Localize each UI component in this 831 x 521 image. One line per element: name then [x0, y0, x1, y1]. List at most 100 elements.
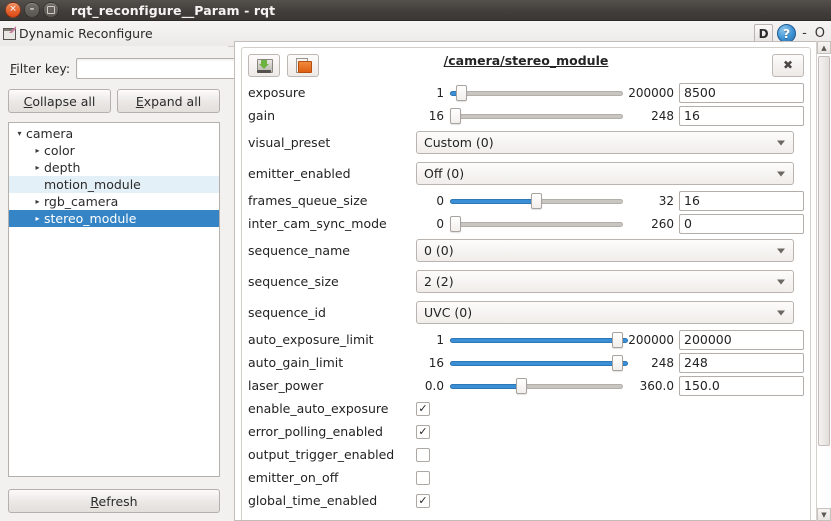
tree-item-stereo-module[interactable]: ▸ stereo_module: [9, 210, 219, 227]
slider-handle[interactable]: [516, 377, 528, 394]
param-slider[interactable]: [450, 377, 623, 394]
param-row-emitter-enabled: emitter_enabled Off (0): [248, 158, 804, 189]
chevron-down-icon: [777, 279, 785, 284]
param-combobox[interactable]: Off (0): [416, 162, 794, 185]
slider-max-label: 32: [658, 193, 674, 208]
slider-fill: [450, 360, 628, 366]
slider-handle[interactable]: [456, 84, 468, 101]
filter-key-input[interactable]: [76, 58, 237, 79]
save-config-button[interactable]: [248, 53, 280, 77]
param-slider[interactable]: [450, 192, 623, 209]
param-control: 0 (0): [416, 239, 804, 262]
slider-max-label: 200000: [628, 85, 674, 100]
window-minimize-icon[interactable]: –: [24, 2, 40, 18]
slider-fill: [450, 383, 526, 389]
scrollbar-thumb[interactable]: [818, 56, 830, 446]
chevron-right-icon[interactable]: ▸: [31, 146, 44, 155]
param-control: 16 248: [416, 352, 804, 373]
window-maximize-icon[interactable]: [43, 2, 59, 18]
tree-item-camera[interactable]: ▾ camera: [9, 125, 219, 142]
expand-accel: E: [135, 93, 144, 109]
param-control: Custom (0): [416, 131, 804, 154]
param-checkbox-checked[interactable]: ✓: [416, 401, 430, 416]
param-control: [416, 470, 804, 485]
refresh-button[interactable]: Refresh: [8, 489, 220, 513]
param-value-input[interactable]: [679, 82, 804, 103]
param-slider[interactable]: [450, 331, 628, 348]
chevron-down-icon[interactable]: ▾: [13, 129, 26, 138]
chevron-right-icon[interactable]: ▸: [31, 163, 44, 172]
combobox-value: UVC (0): [424, 305, 473, 320]
close-group-button[interactable]: ✖: [772, 53, 804, 77]
param-value-input[interactable]: [679, 213, 804, 234]
param-value-input[interactable]: [679, 105, 804, 126]
param-row-sequence-id: sequence_id UVC (0): [248, 297, 804, 328]
param-checkbox[interactable]: [416, 470, 430, 485]
scroll-up-arrow-icon[interactable]: ▲: [817, 41, 831, 54]
slider-handle[interactable]: [612, 354, 623, 371]
filter-row: Filter key:: [10, 58, 237, 79]
param-row-sequence-name: sequence_name 0 (0): [248, 235, 804, 266]
param-label: enable_auto_exposure: [248, 401, 389, 416]
slider-handle[interactable]: [531, 192, 542, 209]
param-label: auto_exposure_limit: [248, 332, 374, 347]
param-slider[interactable]: [450, 107, 623, 124]
tree-item-motion-module[interactable]: motion_module: [9, 176, 219, 193]
collapse-all-button[interactable]: Collapse all: [8, 89, 111, 113]
slider-max-label: 200000: [628, 332, 674, 347]
window-controls: ✕ –: [0, 2, 59, 18]
dock-widget-icon: [3, 26, 16, 40]
param-slider[interactable]: [450, 354, 628, 371]
load-config-button[interactable]: [287, 53, 319, 77]
param-row-output-trigger-enabled: output_trigger_enabled: [248, 443, 804, 466]
tree-item-label: color: [44, 143, 75, 158]
param-control: ✓: [416, 401, 804, 416]
tree-item-depth[interactable]: ▸ depth: [9, 159, 219, 176]
param-combobox[interactable]: Custom (0): [416, 131, 794, 154]
combobox-value: Custom (0): [424, 135, 494, 150]
plugin-close-icon[interactable]: O: [813, 26, 827, 41]
slider-handle[interactable]: [450, 107, 461, 124]
panel-vertical-scrollbar[interactable]: ▲ ▼: [816, 41, 831, 521]
param-control: 1 200000: [416, 82, 804, 103]
plugin-minimize-icon[interactable]: -: [800, 26, 809, 41]
param-checkbox-checked[interactable]: ✓: [416, 493, 430, 508]
slider-handle[interactable]: [450, 215, 461, 232]
combobox-value: 2 (2): [424, 274, 454, 289]
param-checkbox[interactable]: [416, 447, 430, 462]
param-row-emitter-on-off: emitter_on_off: [248, 466, 804, 489]
scroll-down-arrow-icon[interactable]: ▼: [817, 508, 831, 521]
slider-handle[interactable]: [612, 331, 623, 348]
filter-key-label: Filter key:: [10, 61, 70, 76]
tree-action-buttons: Collapse all Expand all: [8, 89, 220, 113]
param-group-toolbar: /camera/stereo_module ✖: [242, 48, 810, 79]
chevron-right-icon[interactable]: ▸: [31, 214, 44, 223]
window-close-icon[interactable]: ✕: [5, 2, 21, 18]
tree-item-color[interactable]: ▸ color: [9, 142, 219, 159]
expand-all-button[interactable]: Expand all: [117, 89, 220, 113]
param-value-input[interactable]: [679, 329, 804, 350]
param-checkbox-checked[interactable]: ✓: [416, 424, 430, 439]
param-row-inter-cam-sync-mode: inter_cam_sync_mode 0 260: [248, 212, 804, 235]
param-combobox[interactable]: UVC (0): [416, 301, 794, 324]
param-row-error-polling-enabled: error_polling_enabled ✓: [248, 420, 804, 443]
tree-item-rgb-camera[interactable]: ▸ rgb_camera: [9, 193, 219, 210]
param-value-input[interactable]: [679, 190, 804, 211]
param-control: UVC (0): [416, 301, 804, 324]
slider-min-label: 0.0: [424, 378, 444, 393]
param-row-exposure: exposure 1 200000: [248, 81, 804, 104]
param-label: error_polling_enabled: [248, 424, 383, 439]
param-value-input[interactable]: [679, 375, 804, 396]
param-slider[interactable]: [450, 84, 623, 101]
param-combobox[interactable]: 2 (2): [416, 270, 794, 293]
param-slider[interactable]: [450, 215, 623, 232]
param-combobox[interactable]: 0 (0): [416, 239, 794, 262]
node-tree[interactable]: ▾ camera ▸ color ▸ depth motion_module ▸ rgb_cam…: [8, 122, 220, 477]
slider-groove: [450, 90, 623, 96]
param-control: [416, 447, 804, 462]
chevron-right-icon[interactable]: ▸: [31, 197, 44, 206]
param-value-input[interactable]: [679, 352, 804, 373]
slider-max-label: 248: [651, 108, 674, 123]
param-row-auto-exposure-limit: auto_exposure_limit 1 200000: [248, 328, 804, 351]
slider-min-label: 1: [436, 332, 444, 347]
